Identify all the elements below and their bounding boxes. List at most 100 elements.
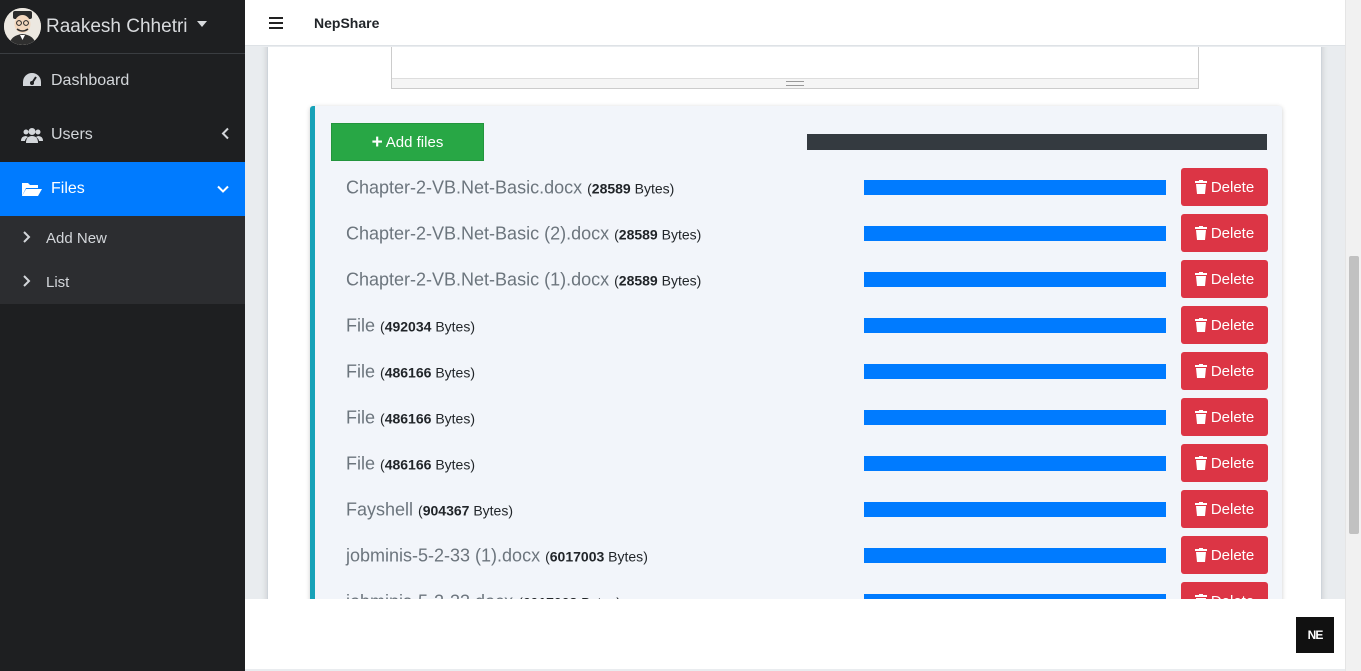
file-row: File (486166 Bytes) Delete: [346, 352, 1268, 392]
file-row: jobminis-5-2-33.docx (6017003 Bytes) Dele…: [346, 582, 1268, 599]
site-badge[interactable]: NE: [1296, 617, 1334, 653]
chevron-right-icon: [23, 230, 33, 246]
delete-button[interactable]: Delete: [1181, 444, 1268, 482]
file-progress-bar: [864, 364, 1166, 379]
file-size-unit: Bytes: [435, 318, 471, 335]
file-progress-bar: [864, 410, 1166, 425]
file-name: Chapter-2-VB.Net-Basic.docx (28589 Bytes…: [346, 178, 674, 199]
file-size-unit: Bytes: [435, 364, 471, 381]
file-size-unit: Bytes: [473, 502, 509, 519]
delete-button[interactable]: Delete: [1181, 536, 1268, 574]
add-files-button[interactable]: + Add files: [331, 123, 484, 161]
folder-open-icon: [21, 178, 43, 200]
file-name-text: File: [346, 361, 376, 382]
sidebar-item-files[interactable]: Files: [0, 162, 245, 216]
trash-icon: [1194, 456, 1207, 470]
file-row: File (486166 Bytes) Delete: [346, 444, 1268, 484]
trash-icon: [1194, 364, 1207, 378]
sidebar-subitem-add-new[interactable]: Add New: [0, 216, 245, 260]
brand-name[interactable]: NepShare: [314, 15, 379, 31]
file-progress-bar: [864, 272, 1166, 287]
caret-down-icon[interactable]: [196, 20, 207, 27]
delete-label: Delete: [1210, 224, 1255, 242]
delete-label: Delete: [1210, 408, 1255, 426]
file-size-value: 486166: [384, 410, 432, 427]
file-row: File (492034 Bytes) Delete: [346, 306, 1268, 346]
file-name-text: File: [346, 453, 376, 474]
file-progress-bar: [864, 502, 1166, 517]
file-size: (6017003 Bytes): [545, 548, 648, 565]
delete-label: Delete: [1210, 178, 1255, 196]
trash-icon: [1194, 318, 1207, 332]
file-name: File (486166 Bytes): [346, 362, 475, 383]
delete-label: Delete: [1210, 362, 1255, 380]
file-size-unit: Bytes: [661, 272, 697, 289]
file-size-value: 492034: [384, 318, 432, 335]
page-scrollbar[interactable]: [1345, 0, 1361, 671]
delete-button[interactable]: Delete: [1181, 490, 1268, 528]
main-content[interactable]: + Add files Chapter-2-VB.Net-Basic.docx …: [245, 47, 1345, 599]
delete-button[interactable]: Delete: [1181, 260, 1268, 298]
sidebar-item-users[interactable]: Users: [0, 108, 245, 162]
trash-icon: [1194, 226, 1207, 240]
users-icon: [21, 124, 43, 146]
file-size: (486166 Bytes): [380, 456, 475, 473]
delete-button[interactable]: Delete: [1181, 582, 1268, 599]
file-row: Chapter-2-VB.Net-Basic.docx (28589 Bytes…: [346, 168, 1268, 208]
resize-grip-icon[interactable]: [786, 81, 804, 86]
user-panel[interactable]: Raakesh Chhetri: [0, 0, 245, 54]
file-size-value: 28589: [618, 226, 658, 243]
file-progress-bar: [864, 548, 1166, 563]
upload-panel: + Add files Chapter-2-VB.Net-Basic.docx …: [310, 106, 1282, 599]
file-size-value: 486166: [384, 364, 432, 381]
delete-button[interactable]: Delete: [1181, 214, 1268, 252]
file-size: (28589 Bytes): [614, 226, 702, 243]
file-progress-bar: [864, 180, 1166, 195]
file-progress-bar: [864, 226, 1166, 241]
files-subnav: Add New List: [0, 216, 245, 304]
file-size: (486166 Bytes): [380, 364, 475, 381]
trash-icon: [1194, 548, 1207, 562]
scrollbar-thumb[interactable]: [1349, 256, 1359, 534]
delete-label: Delete: [1210, 316, 1255, 334]
file-size: (28589 Bytes): [587, 180, 675, 197]
file-row: Chapter-2-VB.Net-Basic (2).docx (28589 B…: [346, 214, 1268, 254]
file-name-text: Chapter-2-VB.Net-Basic (1).docx: [346, 269, 610, 290]
plus-icon: +: [371, 131, 383, 153]
file-size-unit: Bytes: [608, 548, 644, 565]
file-name: File (486166 Bytes): [346, 454, 475, 475]
delete-button[interactable]: Delete: [1181, 306, 1268, 344]
file-row: Chapter-2-VB.Net-Basic (1).docx (28589 B…: [346, 260, 1268, 300]
file-size-value: 28589: [591, 180, 631, 197]
sidebar-subitem-list[interactable]: List: [0, 260, 245, 304]
trash-icon: [1194, 410, 1207, 424]
chevron-left-icon: [221, 127, 229, 143]
file-name: Fayshell (904367 Bytes): [346, 500, 513, 521]
file-row: Fayshell (904367 Bytes) Delete: [346, 490, 1268, 530]
file-size: (492034 Bytes): [380, 318, 475, 335]
file-size-value: 28589: [618, 272, 658, 289]
content-card: + Add files Chapter-2-VB.Net-Basic.docx …: [267, 47, 1322, 599]
sidebar-item-label: Users: [51, 126, 93, 143]
file-name-text: Chapter-2-VB.Net-Basic.docx: [346, 177, 583, 198]
chevron-down-icon: [217, 182, 229, 197]
delete-button[interactable]: Delete: [1181, 398, 1268, 436]
footer: [245, 599, 1345, 669]
file-size: (28589 Bytes): [614, 272, 702, 289]
file-size-value: 6017003: [549, 548, 605, 565]
total-progress-bar: [807, 134, 1267, 150]
text-editor[interactable]: [391, 47, 1199, 89]
menu-toggle-icon[interactable]: [269, 16, 283, 29]
file-size-value: 904367: [422, 502, 470, 519]
file-size-value: 486166: [384, 456, 432, 473]
sidebar-item-label: Files: [51, 180, 85, 197]
chevron-right-icon: [23, 274, 33, 290]
file-name: File (486166 Bytes): [346, 408, 475, 429]
sidebar-item-dashboard[interactable]: Dashboard: [0, 54, 245, 108]
delete-button[interactable]: Delete: [1181, 352, 1268, 390]
dashboard-icon: [21, 70, 43, 92]
file-size-unit: Bytes: [435, 410, 471, 427]
file-name-text: jobminis-5-2-33 (1).docx: [346, 545, 541, 566]
delete-button[interactable]: Delete: [1181, 168, 1268, 206]
trash-icon: [1194, 272, 1207, 286]
